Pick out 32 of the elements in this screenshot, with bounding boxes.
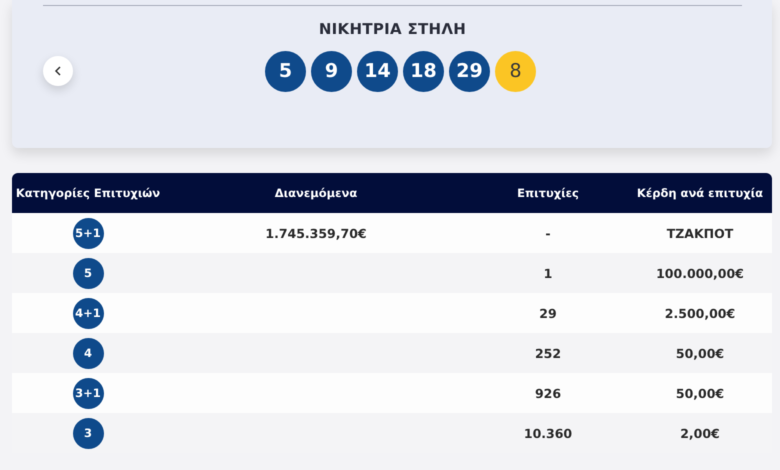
- table-cell: -: [545, 226, 551, 240]
- table-cell: 100.000,00€: [656, 266, 744, 280]
- table-cell: 29: [539, 306, 557, 320]
- column-header: Κατηγορίες Επιτυχιών: [16, 186, 160, 200]
- table-cell: 50,00€: [676, 346, 724, 360]
- table-cell: 10.360: [524, 426, 572, 440]
- table-cell: 50,00€: [676, 386, 724, 400]
- table-cell: 1: [544, 266, 552, 280]
- previous-button[interactable]: [43, 56, 73, 86]
- table-cell: 926: [534, 386, 562, 400]
- bonus-ball: 8: [495, 50, 536, 92]
- table-cell: 2,00€: [680, 426, 720, 440]
- number-ball: 18: [403, 50, 444, 92]
- winning-column-title: ΝΙΚΗΤΡΙΑ ΣΤΗΛΗ: [318, 20, 468, 38]
- table-cell: 2.500,00€: [664, 306, 736, 320]
- table-cell: 252: [534, 346, 562, 360]
- number-ball: 14: [357, 50, 398, 92]
- column-header: Επιτυχίες: [517, 186, 579, 200]
- column-header: Κέρδη ανά επιτυχία: [636, 186, 764, 200]
- table-cell: 1.745.359,70€: [265, 226, 367, 240]
- number-ball: 29: [449, 50, 490, 92]
- category-ball: 5+1: [72, 218, 104, 248]
- category-ball: 4: [72, 338, 104, 368]
- category-ball: 3+1: [72, 378, 104, 408]
- category-ball: 4+1: [72, 298, 104, 328]
- number-ball: 5: [265, 50, 306, 92]
- number-ball: 9: [311, 50, 352, 92]
- chevron-left-icon: [54, 66, 62, 76]
- table-cell: ΤΖΑΚΠΟΤ: [666, 226, 734, 240]
- category-ball: 5: [72, 258, 104, 288]
- category-ball: 3: [72, 418, 104, 448]
- column-header: Διανεμόμενα: [274, 186, 358, 200]
